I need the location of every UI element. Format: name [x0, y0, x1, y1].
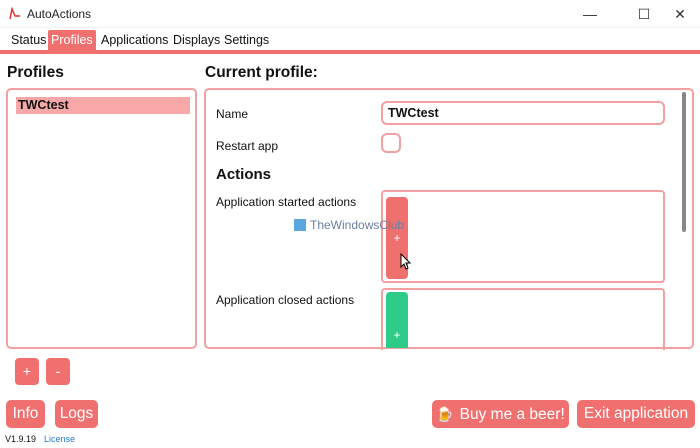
exit-application-button[interactable]: Exit application: [577, 400, 695, 428]
minimize-button[interactable]: —: [568, 0, 612, 28]
remove-profile-button[interactable]: -: [46, 358, 70, 385]
closed-actions-box: [381, 288, 665, 350]
mouse-cursor-icon: [400, 253, 412, 270]
window-title: AutoActions: [27, 7, 92, 21]
name-input[interactable]: TWCtest: [381, 101, 665, 125]
started-actions-box: [381, 190, 665, 283]
close-button[interactable]: ✕: [658, 0, 700, 28]
tab-settings[interactable]: Settings: [221, 30, 272, 50]
restart-app-label: Restart app: [216, 139, 279, 153]
current-profile-title: Current profile:: [205, 64, 318, 81]
version-label: V1.9.19: [5, 434, 37, 444]
restart-app-checkbox[interactable]: [381, 133, 401, 153]
menu-underline: [0, 50, 700, 54]
tab-profiles[interactable]: Profiles: [48, 30, 96, 50]
tab-status[interactable]: Status: [8, 30, 49, 50]
watermark-text: TheWindowsClub: [310, 218, 405, 232]
tab-displays[interactable]: Displays: [170, 30, 223, 50]
actions-title: Actions: [216, 166, 272, 183]
add-closed-action-button[interactable]: +: [386, 292, 408, 348]
started-actions-label: Application started actions: [216, 195, 357, 209]
buy-beer-button[interactable]: 🍺 Buy me a beer!: [432, 400, 569, 428]
app-logo-icon: [9, 7, 20, 20]
profiles-list[interactable]: TWCtest: [6, 88, 197, 349]
profiles-title: Profiles: [7, 64, 64, 81]
watermark: TheWindowsClub: [294, 218, 404, 232]
closed-actions-label: Application closed actions: [216, 293, 355, 307]
tab-applications[interactable]: Applications: [98, 30, 171, 50]
logs-button[interactable]: Logs: [55, 400, 98, 428]
beer-icon: 🍺: [436, 406, 454, 422]
buy-beer-label: Buy me a beer!: [459, 406, 565, 423]
license-link[interactable]: License: [44, 434, 75, 444]
info-button[interactable]: Info: [6, 400, 45, 428]
title-bar: AutoActions — ☐ ✕: [0, 0, 700, 28]
watermark-logo-icon: [294, 219, 306, 231]
profile-item[interactable]: TWCtest: [16, 97, 190, 114]
name-label: Name: [216, 107, 249, 121]
profile-scrollbar[interactable]: [682, 92, 686, 232]
add-profile-button[interactable]: +: [15, 358, 39, 385]
